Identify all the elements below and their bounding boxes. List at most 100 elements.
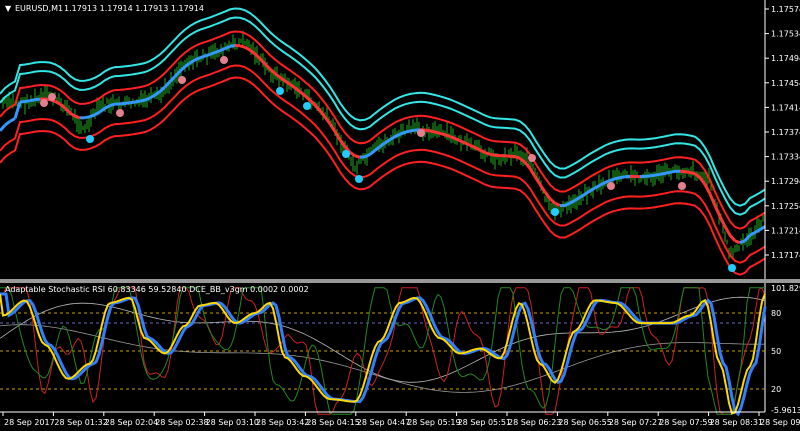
- middle-line-segment: [263, 63, 272, 71]
- middle-line-segment: [444, 133, 451, 138]
- middle-line-segment: [214, 49, 221, 54]
- middle-line-segment: [739, 239, 746, 245]
- time-axis-label: 28 Sep 2017: [4, 418, 55, 427]
- sell-signal-dot: [178, 76, 186, 84]
- price-axis-label: 1.17574: [771, 5, 800, 14]
- middle-line-segment: [24, 99, 31, 103]
- middle-line-segment: [299, 90, 306, 98]
- middle-line-segment: [194, 56, 201, 62]
- middle-line-segment: [364, 153, 371, 159]
- time-axis-label: 28 Sep 04:15: [306, 418, 359, 427]
- symbol-dropdown-arrow[interactable]: ▼: [5, 4, 12, 13]
- red-lower-band: [0, 64, 766, 264]
- buy-signal-dot: [551, 208, 559, 216]
- sell-signal-dot: [220, 56, 228, 64]
- indicator-axis: 101.8292 80 50 20 -5.96137: [771, 284, 800, 415]
- middle-line-segment: [29, 98, 36, 103]
- middle-line-segment: [528, 167, 537, 178]
- time-axis-label: 28 Sep 03:10: [206, 418, 259, 427]
- price-axis-label: 1.17454: [771, 79, 800, 88]
- middle-line-segment: [244, 45, 251, 52]
- time-axis-label: 28 Sep 06:23: [508, 418, 561, 427]
- price-axis-label: 1.17534: [771, 30, 800, 39]
- price-axis-label: 1.17254: [771, 202, 800, 211]
- middle-line-segment: [614, 176, 621, 181]
- middle-line-segment: [204, 52, 211, 58]
- sell-signal-dot: [48, 93, 56, 101]
- middle-line-segment: [209, 51, 216, 56]
- middle-line-segment: [134, 99, 141, 104]
- middle-line-segment: [548, 197, 557, 205]
- price-axis-label: 1.17414: [771, 103, 800, 112]
- middle-line-segment: [543, 191, 552, 200]
- sell-signal-dot: [678, 182, 686, 190]
- middle-line-segment: [489, 152, 496, 157]
- middle-line-segment: [514, 155, 521, 160]
- middle-line-segment: [669, 169, 676, 174]
- middle-line-segment: [434, 130, 441, 135]
- middle-line-segment: [698, 176, 707, 186]
- symbol-label: EURUSD,M1: [15, 4, 63, 13]
- time-axis-label: 28 Sep 01:32: [54, 418, 107, 427]
- middle-line-segment: [664, 170, 671, 175]
- middle-line-segment: [84, 115, 91, 120]
- price-chart-window[interactable]: ▼ EURUSD,M1 1.17913 1.17914 1.17913 1.17…: [0, 0, 800, 431]
- time-axis-label: 28 Sep 05:51: [458, 418, 511, 427]
- time-axis-label: 28 Sep 06:55: [558, 418, 611, 427]
- buy-signal-dot: [86, 135, 94, 143]
- time-axis-label: 28 Sep 08:31: [710, 418, 763, 427]
- time-axis-label: 28 Sep 07:59: [659, 418, 712, 427]
- indicator-axis-label: 80: [771, 309, 781, 318]
- middle-line-segment: [723, 225, 732, 237]
- price-axis: 1.17574 1.17534 1.17494 1.17454 1.17414 1.173…: [765, 5, 800, 260]
- middle-line-segment: [609, 177, 616, 182]
- middle-line-segment: [229, 44, 236, 48]
- price-readout: 1.17913 1.17914 1.17913 1.17914: [64, 4, 204, 13]
- middle-line-segment: [454, 137, 461, 143]
- middle-line-segment: [258, 57, 267, 66]
- indicator-axis-label: -5.96137: [771, 406, 800, 415]
- middle-line-segment: [649, 173, 656, 178]
- middle-line-segment: [399, 130, 406, 136]
- buy-signal-dot: [728, 264, 736, 272]
- middle-line-segment: [708, 193, 717, 207]
- sell-signal-dot: [607, 182, 615, 190]
- panel-separator[interactable]: [0, 279, 800, 283]
- price-axis-label: 1.17494: [771, 54, 800, 63]
- middle-line-segment: [734, 239, 741, 245]
- buy-signal-dot: [342, 150, 350, 158]
- sell-signal-dot: [40, 99, 48, 107]
- middle-line-segment: [9, 117, 16, 123]
- middle-line-segment: [654, 172, 661, 177]
- middle-line-segment: [484, 151, 491, 156]
- middle-line-segment: [119, 101, 126, 106]
- middle-line-segment: [409, 128, 416, 133]
- indicator-title: Adaptable Stochastic RSI 60.83346 59.528…: [5, 285, 309, 294]
- middle-line-segment: [359, 155, 366, 159]
- price-axis-label: 1.17374: [771, 128, 800, 137]
- middle-line-segment: [424, 128, 431, 133]
- time-axis-label: 28 Sep 07:27: [609, 418, 662, 427]
- middle-line-segment: [469, 143, 476, 149]
- price-axis-label: 1.17214: [771, 226, 800, 235]
- middle-line-segment: [253, 52, 262, 60]
- sell-signal-dot: [528, 154, 536, 162]
- middle-line-segment: [199, 54, 206, 60]
- middle-line-segment: [19, 100, 26, 104]
- middle-line-segment: [274, 72, 281, 79]
- buy-signal-dot: [276, 87, 284, 95]
- middle-line-segment: [318, 109, 327, 118]
- middle-line-segment: [328, 123, 337, 133]
- middle-line-segment: [74, 114, 81, 120]
- price-axis-label: 1.17334: [771, 153, 800, 162]
- middle-line-segment: [349, 151, 356, 158]
- middle-line-segment: [89, 113, 96, 119]
- time-axis-label: 28 Sep 02:04: [105, 418, 158, 427]
- price-panel[interactable]: [0, 7, 766, 276]
- middle-line-segment: [619, 175, 626, 180]
- middle-line-segment: [684, 170, 691, 174]
- price-axis-label: 1.17174: [771, 251, 800, 260]
- indicator-panel[interactable]: [0, 286, 767, 417]
- buy-signal-dot: [303, 102, 311, 110]
- sell-signal-dot: [116, 109, 124, 117]
